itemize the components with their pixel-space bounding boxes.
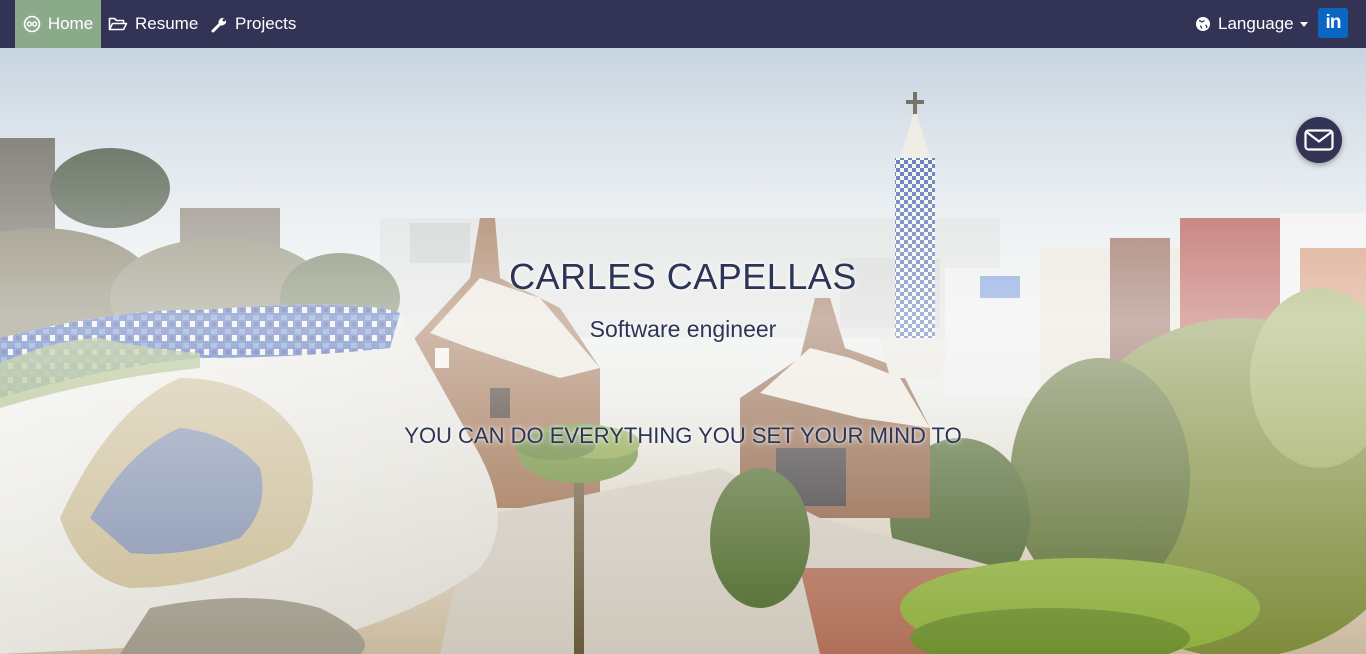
hero-banner — [0, 48, 1366, 654]
caret-down-icon — [1299, 21, 1308, 27]
hero-background-image — [0, 48, 1366, 654]
nav-resume[interactable]: Resume — [108, 0, 198, 48]
language-label: Language — [1218, 14, 1294, 33]
nav-home[interactable]: Home — [15, 0, 101, 48]
linkedin-icon[interactable]: in — [1318, 8, 1348, 38]
home-icon — [23, 15, 41, 33]
wrench-icon — [211, 17, 227, 32]
contact-mail-button[interactable] — [1296, 117, 1342, 163]
hero-role: Software engineer — [589, 316, 777, 342]
hero-motto: YOU CAN DO EVERYTHING YOU SET YOUR MIND … — [404, 423, 962, 448]
top-navbar: Home Resume Projects Language in — [0, 0, 1366, 48]
nav-projects-label: Projects — [235, 14, 297, 33]
nav-resume-label: Resume — [135, 14, 199, 33]
language-dropdown[interactable]: Language — [1195, 0, 1308, 48]
globe-icon — [1196, 17, 1210, 31]
envelope-icon — [1304, 129, 1334, 151]
nav-projects[interactable]: Projects — [211, 0, 296, 48]
folder-open-icon — [108, 17, 128, 31]
nav-home-label: Home — [47, 14, 94, 33]
hero-name: CARLES CAPELLAS — [509, 256, 857, 297]
